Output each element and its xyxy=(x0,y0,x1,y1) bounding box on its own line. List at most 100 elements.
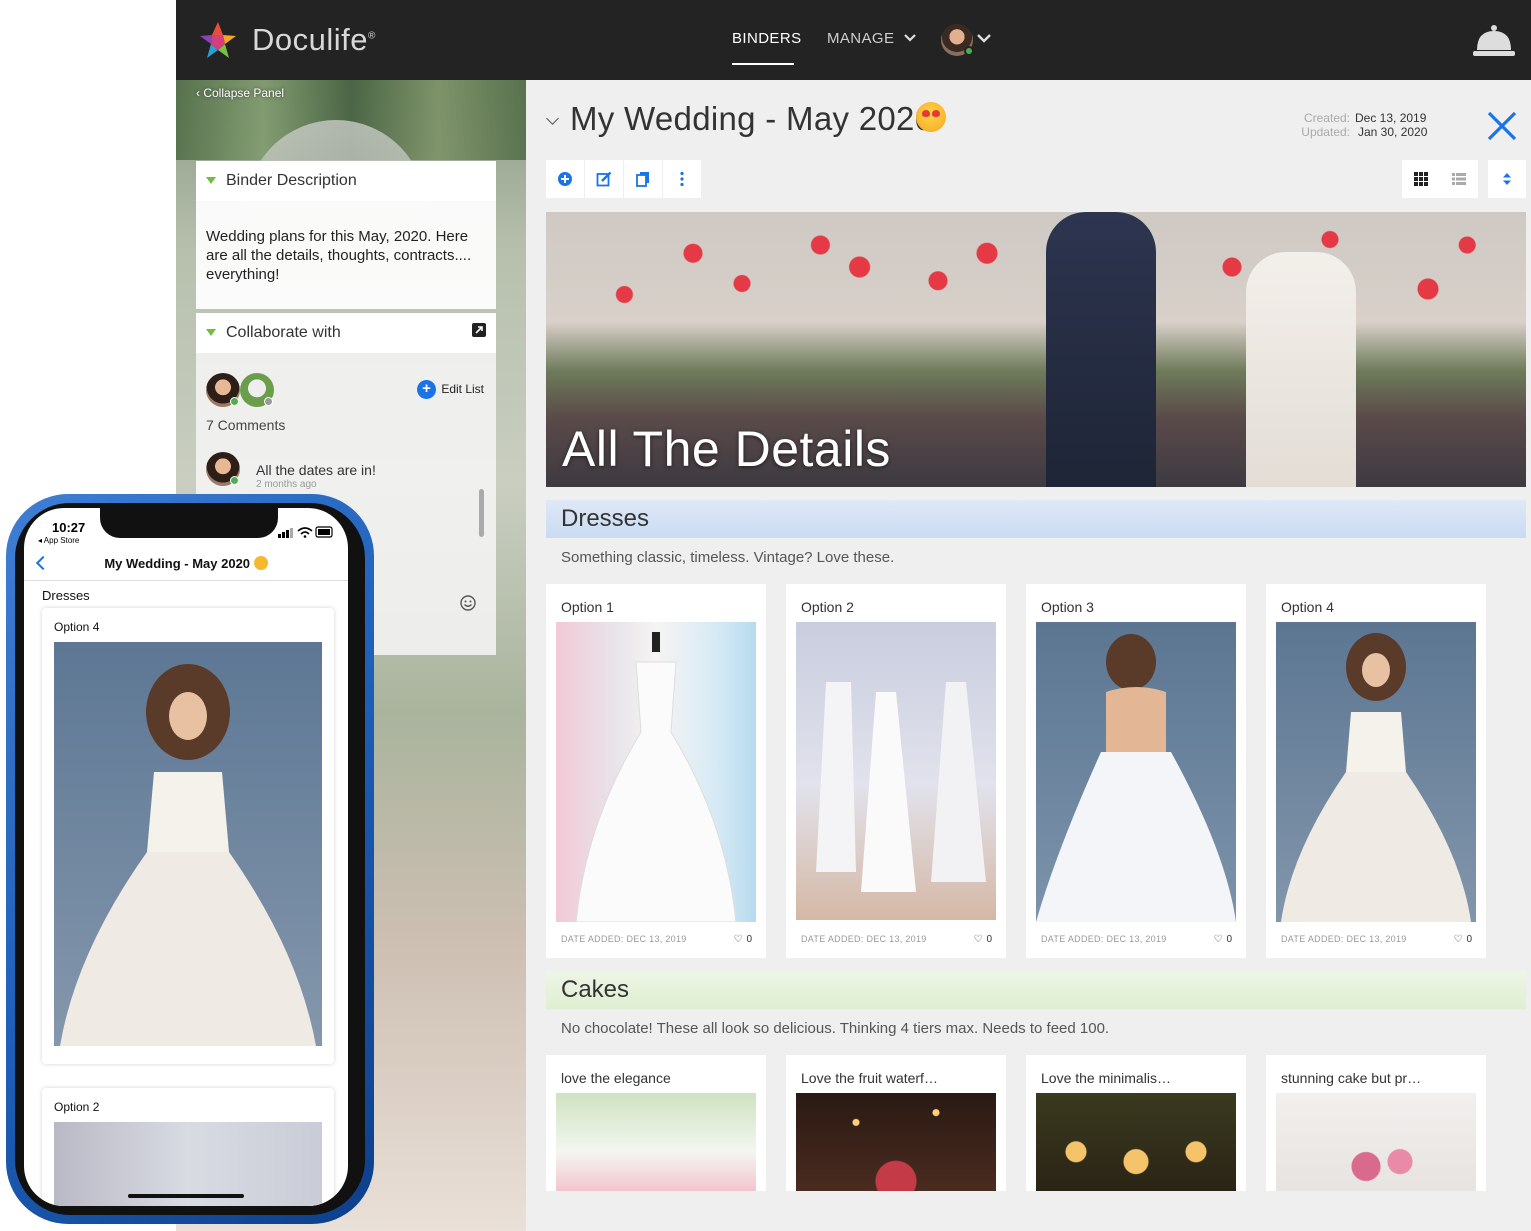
comment-time: 2 months ago xyxy=(256,479,317,490)
phone-screen: 10:27 ◂ App Store My Wedding - May 2020 … xyxy=(24,508,348,1206)
created-label: Created: xyxy=(1303,111,1350,125)
dress-card-option-1[interactable]: Option 1 DATE ADDED: DEC 13, 2019 ♡ 0 xyxy=(546,584,766,958)
cake-card-1[interactable]: love the elegance xyxy=(546,1055,766,1191)
phone-clock: 10:27 xyxy=(52,520,86,535)
heart-eyes-emoji-icon xyxy=(253,556,268,570)
like-count: 0 xyxy=(1466,934,1472,945)
expand-icon[interactable] xyxy=(472,323,486,337)
comment-text: All the dates are in! xyxy=(256,462,376,478)
like-count: 0 xyxy=(746,934,752,945)
nav-manage-label: MANAGE xyxy=(827,30,895,47)
item-label: Option 1 xyxy=(561,599,614,615)
edit-icon xyxy=(596,171,612,187)
item-image xyxy=(1036,622,1236,922)
like-count: 0 xyxy=(986,934,992,945)
item-date-added: DATE ADDED: DEC 13, 2019 xyxy=(1281,934,1407,944)
back-to-app-store-link[interactable]: ◂ App Store xyxy=(38,536,79,545)
emoji-icon[interactable] xyxy=(460,595,476,611)
heart-icon: ♡ xyxy=(1453,934,1463,945)
home-indicator[interactable] xyxy=(128,1194,244,1198)
edit-button[interactable] xyxy=(585,160,623,198)
created-date: Dec 13, 2019 xyxy=(1355,111,1427,125)
chevron-down-icon xyxy=(904,34,916,42)
dresses-illustration xyxy=(816,682,986,892)
status-bar-icons xyxy=(278,526,333,538)
item-label: love the elegance xyxy=(561,1070,671,1086)
collapse-panel-button[interactable]: ‹ Collapse Panel xyxy=(196,86,284,100)
cake-card-3[interactable]: Love the minimalis… xyxy=(1026,1055,1246,1191)
list-icon xyxy=(1452,173,1466,185)
phone-item-card[interactable]: Option 4 xyxy=(42,608,334,1064)
section-title: Cakes xyxy=(561,976,630,1003)
phone-item-card[interactable]: Option 2 xyxy=(42,1088,334,1206)
nav-binders[interactable]: BINDERS xyxy=(732,30,801,47)
app-stage: Doculife® BINDERS MANAGE ‹ Collapse Pane… xyxy=(0,0,1531,1231)
item-image xyxy=(556,622,756,923)
close-icon[interactable] xyxy=(1486,110,1518,142)
heart-icon: ♡ xyxy=(733,934,743,945)
item-image xyxy=(1276,622,1476,922)
binder-description-title: Binder Description xyxy=(226,172,357,189)
sort-icon xyxy=(1503,173,1511,185)
top-navigation-bar: Doculife® BINDERS MANAGE xyxy=(176,0,1531,80)
duplicate-button[interactable] xyxy=(624,160,662,198)
nav-manage[interactable]: MANAGE xyxy=(827,30,917,47)
collapse-panel-label: Collapse Panel xyxy=(203,86,285,100)
like-count: 0 xyxy=(1226,934,1232,945)
dress-card-option-3[interactable]: Option 3 DATE ADDED: DEC 13, 2019 ♡ 0 xyxy=(1026,584,1246,958)
cake-card-4[interactable]: stunning cake but pr… xyxy=(1266,1055,1486,1191)
more-options-button[interactable] xyxy=(663,160,701,198)
bride-back-illustration xyxy=(1036,634,1236,922)
section-title: Dresses xyxy=(561,505,650,532)
binder-description-header[interactable]: Binder Description xyxy=(196,161,496,201)
list-view-button[interactable] xyxy=(1440,160,1478,198)
item-label: Option 4 xyxy=(1281,599,1334,615)
sort-button[interactable] xyxy=(1488,160,1526,198)
binder-main-content: My Wedding - May 2020 Created: Dec 13, 2… xyxy=(526,80,1531,1231)
nav-active-indicator xyxy=(732,63,794,65)
like-button[interactable]: ♡ 0 xyxy=(973,934,992,945)
add-circle-icon xyxy=(558,172,572,186)
item-date-added: DATE ADDED: DEC 13, 2019 xyxy=(1041,934,1167,944)
collaborate-header[interactable]: Collaborate with xyxy=(196,313,496,353)
like-button[interactable]: ♡ 0 xyxy=(733,934,752,945)
grid-view-button[interactable] xyxy=(1402,160,1440,198)
cake-card-2[interactable]: Love the fruit waterf… xyxy=(786,1055,1006,1191)
chevron-down-icon[interactable] xyxy=(976,28,992,48)
comments-count: 7 Comments xyxy=(206,417,286,433)
item-image xyxy=(796,1093,996,1191)
phone-item-label: Option 2 xyxy=(54,1100,100,1114)
chevron-down-icon[interactable] xyxy=(546,112,559,125)
updated-label: Updated: xyxy=(1301,125,1350,139)
section-description: No chocolate! These all look so deliciou… xyxy=(561,1020,1110,1037)
more-vertical-icon xyxy=(680,171,684,187)
like-button[interactable]: ♡ 0 xyxy=(1453,934,1472,945)
cover-photo-groom xyxy=(1046,212,1156,487)
updated-date: Jan 30, 2020 xyxy=(1358,125,1428,139)
dress-card-option-4[interactable]: Option 4 DATE ADDED: DEC 13, 2019 ♡ 0 xyxy=(1266,584,1486,958)
heart-icon: ♡ xyxy=(1213,934,1223,945)
phone-binder-title-text: My Wedding - May 2020 xyxy=(104,556,251,571)
concierge-bell-icon[interactable] xyxy=(1472,24,1516,58)
edit-list-link[interactable]: Edit List xyxy=(441,382,484,396)
section-header-cakes[interactable]: Cakes xyxy=(546,971,1526,1009)
like-button[interactable]: ♡ 0 xyxy=(1213,934,1232,945)
add-icon[interactable]: + xyxy=(417,380,436,399)
section-header-dresses[interactable]: Dresses xyxy=(546,500,1526,538)
item-label: Love the fruit waterf… xyxy=(801,1070,938,1086)
online-status-dot xyxy=(230,397,239,406)
item-date-added: DATE ADDED: DEC 13, 2019 xyxy=(801,934,927,944)
online-status-dot xyxy=(230,476,239,485)
bride-front-illustration xyxy=(60,664,316,1046)
dress-card-option-2[interactable]: Option 2 DATE ADDED: DEC 13, 2019 ♡ 0 xyxy=(786,584,1006,958)
heart-eyes-emoji-icon xyxy=(916,102,946,132)
item-image xyxy=(796,622,996,920)
phone-item-image xyxy=(54,642,322,1046)
offline-status-dot xyxy=(264,397,273,406)
item-image xyxy=(1036,1093,1236,1191)
caret-down-icon xyxy=(206,177,216,184)
add-button[interactable] xyxy=(546,160,584,198)
phone-binder-title: My Wedding - May 2020 xyxy=(24,556,348,571)
comments-scrollbar[interactable] xyxy=(479,489,484,537)
binder-description-card: Binder Description Wedding plans for thi… xyxy=(196,161,496,309)
